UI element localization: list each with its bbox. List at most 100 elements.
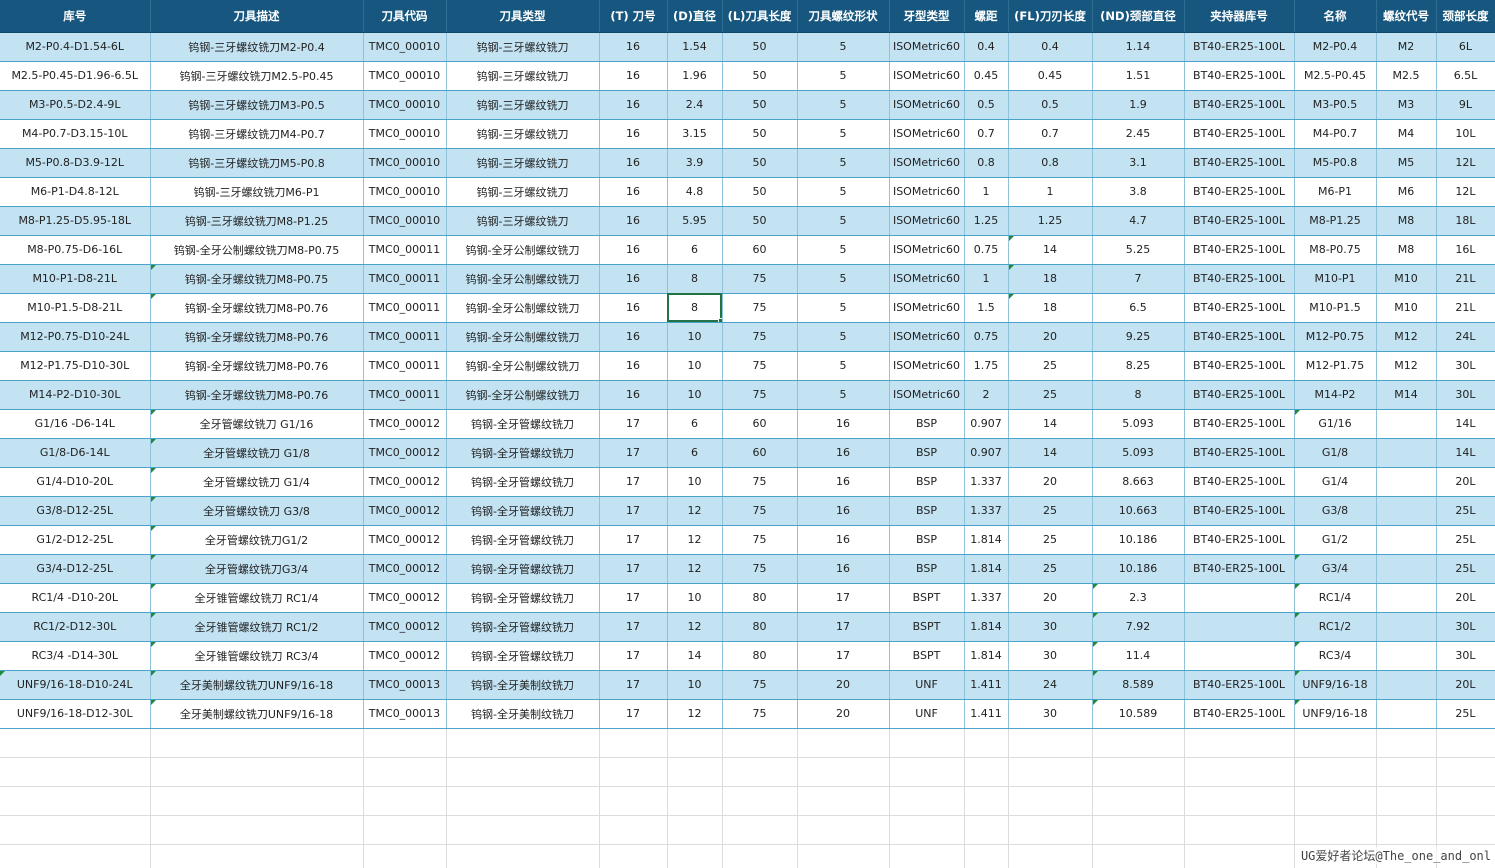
table-cell[interactable]: RC1/2-D12-30L — [0, 612, 151, 642]
table-cell[interactable]: RC1/2 — [1294, 612, 1377, 642]
table-cell[interactable]: 10 — [667, 351, 723, 381]
table-cell[interactable]: 16 — [599, 148, 668, 178]
table-cell[interactable]: 钨钢-全牙公制螺纹铣刀 — [446, 264, 600, 294]
column-header[interactable]: (D)直径 — [667, 0, 723, 33]
table-cell[interactable]: 10.186 — [1092, 525, 1185, 555]
table-cell[interactable]: 17 — [599, 438, 668, 468]
table-cell[interactable]: BT40-ER25-100L — [1184, 148, 1295, 178]
table-cell[interactable]: 25 — [1008, 525, 1093, 555]
table-cell[interactable]: 0.5 — [964, 90, 1009, 120]
table-cell[interactable]: M14-P2-D10-30L — [0, 380, 151, 410]
table-cell[interactable]: 钨钢-全牙公制螺纹铣刀M8-P0.75 — [150, 235, 364, 265]
table-cell[interactable]: 6 — [667, 438, 723, 468]
table-cell[interactable]: 75 — [722, 322, 798, 352]
table-cell[interactable]: 16 — [599, 90, 668, 120]
table-cell[interactable]: 全牙美制螺纹铣刀UNF9/16-18 — [150, 699, 364, 729]
table-cell[interactable]: 17 — [797, 583, 890, 613]
table-cell[interactable]: 16 — [797, 554, 890, 584]
table-cell[interactable]: ISOMetric60 — [889, 206, 965, 236]
table-cell[interactable]: 钨钢-全牙管螺纹铣刀 — [446, 467, 600, 497]
table-cell[interactable]: 钨钢-全牙管螺纹铣刀 — [446, 583, 600, 613]
column-header[interactable]: 刀具代码 — [363, 0, 447, 33]
table-cell[interactable]: 5.093 — [1092, 438, 1185, 468]
table-cell[interactable]: 6 — [667, 409, 723, 439]
empty-cell[interactable] — [1008, 815, 1093, 845]
table-cell[interactable]: 1 — [964, 177, 1009, 207]
empty-cell[interactable] — [722, 728, 798, 758]
table-cell[interactable]: 钨钢-全牙螺纹铣刀M8-P0.76 — [150, 322, 364, 352]
table-cell[interactable]: 3.15 — [667, 119, 723, 149]
table-cell[interactable]: 1.337 — [964, 467, 1009, 497]
table-cell[interactable]: 钨钢-全牙管螺纹铣刀 — [446, 525, 600, 555]
empty-cell[interactable] — [446, 815, 600, 845]
table-cell[interactable]: ISOMetric60 — [889, 119, 965, 149]
empty-cell[interactable] — [722, 757, 798, 787]
table-cell[interactable]: 50 — [722, 32, 798, 62]
table-cell[interactable]: ISOMetric60 — [889, 32, 965, 62]
empty-cell[interactable] — [964, 786, 1009, 816]
empty-cell[interactable] — [797, 757, 890, 787]
table-cell[interactable] — [1376, 438, 1437, 468]
empty-cell[interactable] — [0, 786, 151, 816]
table-cell[interactable]: 钨钢-全牙公制螺纹铣刀 — [446, 293, 600, 323]
table-cell[interactable]: M5-P0.8-D3.9-12L — [0, 148, 151, 178]
table-cell[interactable]: 1.25 — [964, 206, 1009, 236]
table-cell[interactable] — [1184, 583, 1295, 613]
table-cell[interactable]: 1.411 — [964, 699, 1009, 729]
table-cell[interactable]: M10 — [1376, 293, 1437, 323]
empty-cell[interactable] — [964, 844, 1009, 868]
table-cell[interactable]: 1.25 — [1008, 206, 1093, 236]
table-cell[interactable]: BT40-ER25-100L — [1184, 177, 1295, 207]
table-cell[interactable]: BT40-ER25-100L — [1184, 206, 1295, 236]
table-cell[interactable]: BT40-ER25-100L — [1184, 554, 1295, 584]
table-cell[interactable]: UNF9/16-18-D12-30L — [0, 699, 151, 729]
empty-cell[interactable] — [446, 844, 600, 868]
table-cell[interactable]: UNF9/16-18 — [1294, 699, 1377, 729]
table-cell[interactable]: 0.8 — [1008, 148, 1093, 178]
table-cell[interactable]: 17 — [599, 525, 668, 555]
table-cell[interactable]: TMC0_00010 — [363, 90, 447, 120]
table-cell[interactable]: 钨钢-三牙螺纹铣刀 — [446, 90, 600, 120]
column-header[interactable]: 牙型类型 — [889, 0, 965, 33]
table-cell[interactable]: TMC0_00012 — [363, 641, 447, 671]
table-cell[interactable]: M12 — [1376, 322, 1437, 352]
table-cell[interactable]: 钨钢-全牙管螺纹铣刀 — [446, 496, 600, 526]
empty-cell[interactable] — [797, 844, 890, 868]
table-cell[interactable]: 5.25 — [1092, 235, 1185, 265]
table-cell[interactable] — [1376, 699, 1437, 729]
table-cell[interactable]: 钨钢-三牙螺纹铣刀 — [446, 206, 600, 236]
table-cell[interactable]: 5 — [797, 119, 890, 149]
table-cell[interactable]: 9L — [1436, 90, 1495, 120]
table-cell[interactable]: 钨钢-全牙螺纹铣刀M8-P0.76 — [150, 351, 364, 381]
table-cell[interactable]: BT40-ER25-100L — [1184, 322, 1295, 352]
table-cell[interactable]: M8 — [1376, 235, 1437, 265]
table-cell[interactable]: 5.093 — [1092, 409, 1185, 439]
table-cell[interactable]: BT40-ER25-100L — [1184, 438, 1295, 468]
table-cell[interactable]: 25 — [1008, 496, 1093, 526]
table-cell[interactable]: 钨钢-全牙螺纹铣刀M8-P0.76 — [150, 380, 364, 410]
table-cell[interactable]: G1/16 — [1294, 409, 1377, 439]
empty-cell[interactable] — [599, 786, 668, 816]
table-cell[interactable]: 14L — [1436, 409, 1495, 439]
table-cell[interactable]: 30L — [1436, 351, 1495, 381]
table-cell[interactable]: 钨钢-三牙螺纹铣刀 — [446, 119, 600, 149]
table-cell[interactable]: 30L — [1436, 641, 1495, 671]
table-cell[interactable]: M2-P0.4-D1.54-6L — [0, 32, 151, 62]
empty-cell[interactable] — [363, 844, 447, 868]
table-cell[interactable]: M8-P0.75-D6-16L — [0, 235, 151, 265]
table-cell[interactable]: 18 — [1008, 293, 1093, 323]
table-cell[interactable]: M3-P0.5 — [1294, 90, 1377, 120]
table-cell[interactable]: M14 — [1376, 380, 1437, 410]
table-cell[interactable]: G3/8 — [1294, 496, 1377, 526]
table-cell[interactable]: G1/8 — [1294, 438, 1377, 468]
table-cell[interactable]: 16 — [797, 496, 890, 526]
table-cell[interactable]: BT40-ER25-100L — [1184, 32, 1295, 62]
empty-cell[interactable] — [1436, 815, 1495, 845]
table-cell[interactable]: 钨钢-三牙螺纹铣刀M3-P0.5 — [150, 90, 364, 120]
table-cell[interactable]: M8-P1.25 — [1294, 206, 1377, 236]
empty-cell[interactable] — [363, 728, 447, 758]
table-cell[interactable]: 25L — [1436, 525, 1495, 555]
table-cell[interactable]: 75 — [722, 264, 798, 294]
table-cell[interactable]: BT40-ER25-100L — [1184, 235, 1295, 265]
table-cell[interactable]: 3.1 — [1092, 148, 1185, 178]
